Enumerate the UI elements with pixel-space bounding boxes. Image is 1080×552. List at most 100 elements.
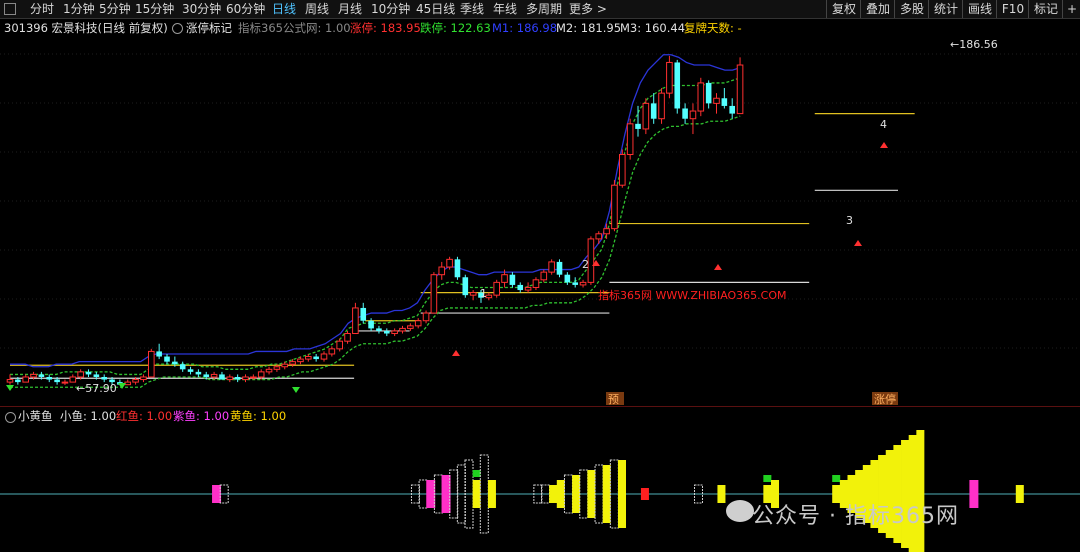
pane-divider[interactable] xyxy=(0,406,1080,407)
candle-body-up xyxy=(713,97,720,104)
lower-toggle-icon[interactable] xyxy=(5,412,16,423)
candle-body-down xyxy=(195,371,202,375)
fish-bar-yellow xyxy=(587,470,596,518)
candle-body-down xyxy=(721,98,728,106)
xiaoyu-value: 小鱼: 1.00 xyxy=(60,409,117,423)
candle-body-up xyxy=(210,373,218,378)
up-arrow-icon xyxy=(854,240,862,246)
candle-body-down xyxy=(85,371,92,375)
candle-body-up xyxy=(226,376,234,381)
candle-body-up xyxy=(658,92,665,120)
candle-body-up xyxy=(265,368,273,373)
up-arrow-icon xyxy=(452,350,460,356)
candle-body-up xyxy=(132,379,139,383)
candle-body-down xyxy=(384,330,390,334)
fish-bar-yellow xyxy=(901,440,910,548)
candle-body-up xyxy=(501,274,508,283)
wave-number-label: 4 xyxy=(880,118,887,131)
candle-body-down xyxy=(219,374,225,380)
candle-body-down xyxy=(376,328,382,331)
candle-body-down xyxy=(38,374,45,377)
candle-body-up xyxy=(30,373,37,378)
chart-watermark-text: 指标365网 WWW.ZHIBIAO365.COM xyxy=(598,288,787,302)
candle-body-down xyxy=(509,274,516,285)
fish-signal-green xyxy=(472,470,481,477)
fish-bar-yellow xyxy=(549,485,558,503)
candlestick-chart[interactable]: ←186.56 ←57.90 1 2 3 4 指标365网 WWW.ZHIBIAO365.C… xyxy=(0,0,1080,552)
candle-body-down xyxy=(101,376,107,380)
candle-body-down xyxy=(462,277,469,296)
candle-body-down xyxy=(674,62,681,109)
fish-bar-yellow xyxy=(618,460,626,528)
candle-body-up xyxy=(257,371,265,378)
down-arrow-icon xyxy=(6,385,14,391)
fish-signal-green xyxy=(832,475,841,482)
candle-body-down xyxy=(156,351,162,357)
candle-body-up xyxy=(532,279,540,288)
candle-body-down xyxy=(164,356,170,362)
fish-bar-yellow xyxy=(472,480,481,508)
candle-body-up xyxy=(414,320,422,327)
fish-bar-yellow xyxy=(556,480,565,508)
lower-indicator-name[interactable]: 小黄鱼 xyxy=(18,408,53,424)
down-arrow-icon xyxy=(292,387,300,393)
candle-body-down xyxy=(556,261,563,275)
candle-body-down xyxy=(650,103,657,119)
candle-body-up xyxy=(281,363,289,368)
candle-body-up xyxy=(297,358,304,363)
fish-signal-green xyxy=(763,475,772,482)
wave-number-label: 3 xyxy=(846,214,853,227)
candle-body-up xyxy=(524,286,532,291)
fish-bar-yellow xyxy=(572,475,581,513)
candle-body-up xyxy=(320,353,328,360)
candle-body-down xyxy=(93,374,100,377)
candle-body-up xyxy=(493,281,500,296)
watermark-text: 公众号 · 指标365网 xyxy=(752,504,959,529)
low-price-label: ←57.90 xyxy=(76,382,117,395)
candle-body-up xyxy=(689,110,697,120)
hongyu-value: 红鱼: 1.00 xyxy=(116,409,173,423)
candle-body-down xyxy=(564,274,571,283)
fish-bar-yellow xyxy=(916,430,925,552)
candle-body-down xyxy=(234,376,241,380)
candle-body-up xyxy=(666,61,673,94)
fish-bar-red xyxy=(640,488,649,500)
candle-body-up xyxy=(595,233,603,240)
candle-body-up xyxy=(22,376,29,383)
candle-body-up xyxy=(430,274,438,314)
candle-body-up xyxy=(140,376,147,381)
candle-body-up xyxy=(697,82,705,112)
tag-zhangting-label: 涨停 xyxy=(874,392,896,406)
candle-body-up xyxy=(619,154,626,186)
candle-body-up xyxy=(736,64,744,115)
candle-body-up xyxy=(148,350,155,378)
candle-body-up xyxy=(328,348,336,355)
candle-body-up xyxy=(579,281,587,286)
candle-body-down xyxy=(572,282,578,285)
fish-bar-yellow xyxy=(1015,485,1024,503)
candle-body-down xyxy=(368,320,374,329)
fish-bar-pink xyxy=(969,480,979,508)
candle-body-down xyxy=(682,108,688,119)
candle-body-up xyxy=(611,184,618,230)
candle-body-up xyxy=(305,356,312,360)
candle-body-up xyxy=(469,292,477,296)
wave-number-label: 2 xyxy=(582,258,589,271)
candle-body-up xyxy=(242,376,249,381)
tag-yu-label: 预 xyxy=(608,393,619,406)
candle-body-up xyxy=(407,325,414,329)
up-arrow-icon xyxy=(714,264,722,270)
candle-body-down xyxy=(454,259,461,278)
fish-bar-pink xyxy=(441,475,451,513)
candle-body-up xyxy=(642,102,650,130)
candle-body-up xyxy=(61,381,69,384)
candle-body-up xyxy=(77,371,84,378)
candle-body-up xyxy=(438,266,446,276)
candle-body-down xyxy=(187,369,194,372)
candle-body-down xyxy=(635,123,641,129)
candle-body-up xyxy=(603,228,610,235)
candle-body-down xyxy=(46,376,53,380)
wechat-icon xyxy=(726,500,754,522)
candle-body-up xyxy=(273,366,281,370)
candle-body-down xyxy=(179,364,186,370)
